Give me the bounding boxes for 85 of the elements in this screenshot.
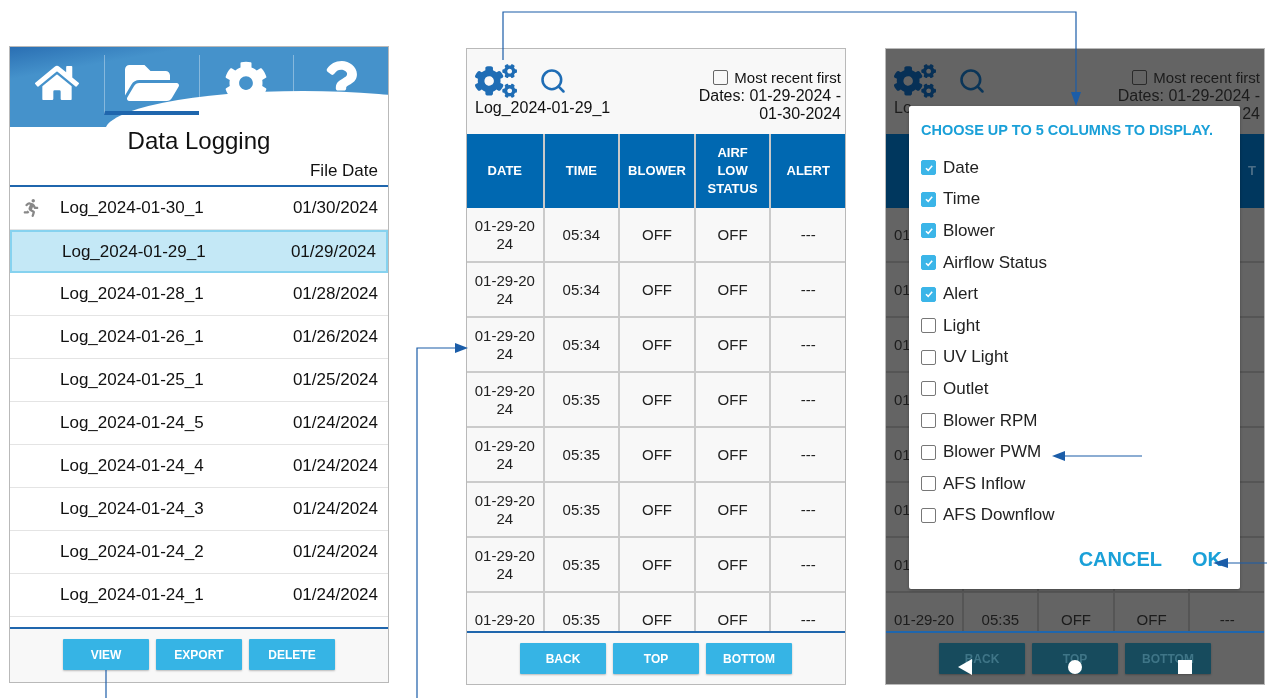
sort-checkbox[interactable]: Most recent first [713, 67, 841, 87]
table-cell: OFF [693, 428, 770, 483]
file-date: 01/30/2024 [292, 198, 378, 218]
table-cell: --- [769, 263, 845, 318]
file-date: 01/24/2024 [292, 456, 378, 476]
file-name: Log_2024-01-24_5 [60, 413, 205, 433]
column-header: File Date [309, 161, 378, 180]
file-name: Log_2024-01-24_1 [60, 585, 205, 605]
table-cell: OFF [693, 263, 770, 318]
table-cell: OFF [693, 318, 770, 373]
search-icon[interactable] [539, 67, 567, 95]
table-cell: --- [769, 318, 845, 373]
file-date: 01/26/2024 [292, 327, 378, 347]
file-row[interactable]: Log_2024-01-24_5 01/24/2024 [10, 402, 388, 445]
file-name: Log_2024-01-28_1 [60, 284, 205, 304]
table-cell: --- [769, 428, 845, 483]
file-row[interactable]: Log_2024-01-24_3 01/24/2024 [10, 488, 388, 531]
table-cell: 05:34 [542, 318, 619, 373]
table-cell: 05:34 [542, 263, 619, 318]
file-name: Log_2024-01-24_3 [60, 499, 205, 519]
table-cell: OFF [693, 483, 770, 538]
column-header[interactable]: BLOWER [618, 134, 694, 208]
screen-title: Data Logging [10, 127, 388, 155]
checkmark-icon [923, 194, 934, 205]
table-cell: 01-29-2024 [467, 263, 543, 318]
table-cell: OFF [693, 373, 770, 428]
file-date: 01/28/2024 [292, 284, 378, 304]
search-icon[interactable] [958, 67, 986, 95]
file-date: 01/25/2024 [292, 370, 378, 390]
table-cell: OFF [693, 208, 770, 263]
log-name: Log_2024-01-29_1 [475, 99, 611, 117]
table-cell: OFF [618, 483, 694, 538]
table-cell: OFF [618, 428, 694, 483]
file-date: 01/29/2024 [290, 241, 376, 262]
nav-tab[interactable] [103, 55, 199, 115]
date-range: 24 [1242, 105, 1260, 123]
date-range: Dates: 01-29-2024 - [698, 87, 841, 105]
table-cell: 01-29-2024 [467, 318, 543, 373]
table-cell: OFF [618, 263, 694, 318]
checkmark-icon [923, 226, 934, 236]
file-name: Log_2024-01-29_1 [62, 241, 207, 262]
table-cell: --- [769, 208, 845, 263]
file-row[interactable]: Log_2024-01-25_1 01/25/2024 [10, 359, 388, 402]
date-range: 01-30-2024 [759, 105, 841, 123]
file-row[interactable]: Log_2024-01-28_1 01/28/2024 [10, 273, 388, 316]
checkmark-icon [923, 257, 934, 268]
file-name: Log_2024-01-24_2 [60, 542, 205, 562]
column-header[interactable]: TIME [542, 134, 619, 208]
table-cell: 01-29-2024 [467, 538, 543, 593]
table-cell: OFF [693, 538, 770, 593]
table-cell: 01-29-2024 [467, 373, 543, 428]
table-cell: OFF [618, 318, 694, 373]
table-cell: 05:35 [542, 428, 619, 483]
table-cell: --- [769, 483, 845, 538]
table-cell: 05:34 [542, 208, 619, 263]
file-row[interactable]: Log_2024-01-29_1 01/29/2024 [10, 230, 388, 273]
table-cell: OFF [618, 373, 694, 428]
file-date: 01/24/2024 [292, 585, 378, 605]
column-header[interactable]: ALERT [769, 134, 845, 208]
table-cell: OFF [618, 538, 694, 593]
file-name: Log_2024-01-24_4 [60, 456, 205, 476]
table-cell: OFF [618, 208, 694, 263]
column-header[interactable]: AIRF LOW STATUS [693, 134, 770, 208]
table-cell: 01-29-2024 [467, 483, 543, 538]
file-name: Log_2024-01-26_1 [60, 327, 205, 347]
file-name: Log_2024-01-30_1 [60, 198, 205, 218]
checkmark-icon [923, 289, 934, 300]
file-date: 01/24/2024 [292, 413, 378, 433]
table-cell: 05:35 [542, 538, 619, 593]
file-row[interactable]: Log_2024-01-26_1 01/26/2024 [10, 316, 388, 359]
checkmark-icon [923, 162, 934, 173]
file-date: 01/24/2024 [292, 542, 378, 562]
table-cell: --- [769, 373, 845, 428]
table-cell: 01-29-2024 [467, 208, 543, 263]
file-row[interactable]: Log_2024-01-24_1 01/24/2024 [10, 574, 388, 617]
file-date: 01/24/2024 [292, 499, 378, 519]
table-cell: 01-29-2024 [467, 428, 543, 483]
table-cell: 05:35 [542, 483, 619, 538]
table-cell: --- [769, 538, 845, 593]
column-header[interactable]: DATE [467, 134, 543, 208]
date-range: Dates: 01-29-2024 - [1117, 87, 1260, 105]
file-name: Log_2024-01-25_1 [60, 370, 205, 390]
file-row[interactable]: Log_2024-01-24_2 01/24/2024 [10, 531, 388, 574]
table-cell: 05:35 [542, 373, 619, 428]
file-row[interactable]: Log_2024-01-24_4 01/24/2024 [10, 445, 388, 488]
